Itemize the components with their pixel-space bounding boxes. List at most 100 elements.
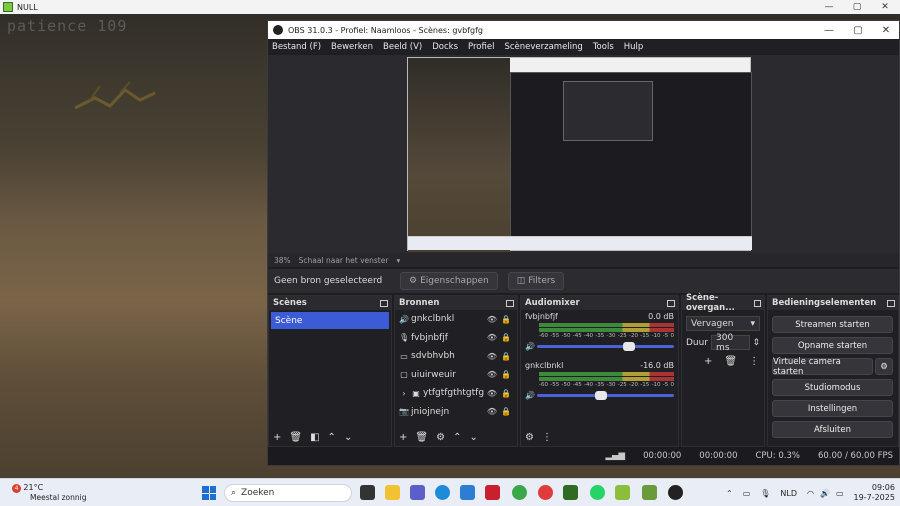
transition-select[interactable]: Vervagen ▾ bbox=[686, 316, 760, 331]
minimize-button[interactable]: — bbox=[815, 0, 843, 14]
eye-icon[interactable]: 👁 bbox=[485, 333, 499, 342]
volume-icon[interactable]: 🔊 bbox=[820, 489, 830, 498]
source-item[interactable]: 📷 jniojnejn 👁 🔒 bbox=[395, 403, 517, 422]
task-view-icon[interactable] bbox=[360, 485, 375, 500]
menu-help[interactable]: Hulp bbox=[624, 42, 644, 52]
filter-icon[interactable]: ◧ bbox=[310, 432, 319, 443]
filters-button[interactable]: ◫ Filters bbox=[507, 272, 565, 290]
undock-icon[interactable] bbox=[380, 299, 388, 307]
start-virtual-camera-button[interactable]: Virtuele camera starten bbox=[772, 357, 873, 377]
eye-icon[interactable]: 👁 bbox=[485, 407, 499, 416]
obs-taskbar-icon[interactable] bbox=[668, 485, 683, 500]
start-recording-button[interactable]: Opname starten bbox=[772, 337, 893, 354]
properties-button[interactable]: ⚙ Eigenschappen bbox=[400, 272, 498, 290]
file-explorer-icon[interactable] bbox=[385, 485, 400, 500]
eye-icon[interactable]: 👁 bbox=[485, 389, 499, 398]
scene-item[interactable]: Scène bbox=[271, 312, 389, 329]
menu-edit[interactable]: Bewerken bbox=[331, 42, 373, 52]
speaker-icon[interactable]: 🔊 bbox=[525, 342, 537, 351]
language-indicator[interactable]: NLD bbox=[780, 489, 797, 498]
more-menu-icon[interactable]: ⋮ bbox=[749, 356, 759, 367]
arrow-down-icon[interactable]: ⌄ bbox=[469, 432, 477, 443]
trash-icon[interactable]: 🗑 bbox=[415, 432, 428, 443]
add-icon[interactable]: + bbox=[704, 356, 712, 367]
arrow-down-icon[interactable]: ⌄ bbox=[344, 432, 352, 443]
arrow-up-icon[interactable]: ⌃ bbox=[453, 432, 461, 443]
undock-icon[interactable] bbox=[667, 299, 675, 307]
virtual-camera-settings-button[interactable]: ⚙ bbox=[875, 358, 893, 375]
whatsapp-icon[interactable] bbox=[590, 485, 605, 500]
mail-icon[interactable] bbox=[485, 485, 500, 500]
exit-button[interactable]: Afsluiten bbox=[772, 421, 893, 438]
teams-icon[interactable] bbox=[410, 485, 425, 500]
undock-icon[interactable] bbox=[506, 299, 514, 307]
undock-icon[interactable] bbox=[887, 299, 895, 307]
menu-tools[interactable]: Tools bbox=[593, 42, 614, 52]
start-button[interactable] bbox=[202, 486, 216, 500]
trash-icon[interactable]: 🗑 bbox=[289, 432, 302, 443]
search-box[interactable]: ⌕ Zoeken bbox=[224, 484, 352, 502]
source-item[interactable]: ▢ uiuirweuir 👁 🔒 bbox=[395, 366, 517, 385]
zoom-mode-label[interactable]: Schaal naar het venster bbox=[299, 256, 389, 265]
edge-icon[interactable] bbox=[435, 485, 450, 500]
source-group-item[interactable]: › ▣ ytfgtfgthtgtfg 👁 🔒 bbox=[395, 384, 517, 403]
volume-knob[interactable] bbox=[595, 391, 608, 400]
microphone-icon[interactable]: 🎙 bbox=[760, 489, 770, 498]
studio-mode-button[interactable]: Studiomodus bbox=[772, 379, 893, 396]
expand-chevron-icon[interactable]: › bbox=[399, 389, 409, 398]
game-launcher-icon[interactable] bbox=[642, 485, 657, 500]
lock-icon[interactable]: 🔒 bbox=[499, 370, 513, 379]
obs-close-button[interactable]: ✕ bbox=[872, 21, 900, 39]
menu-docks[interactable]: Docks bbox=[432, 42, 458, 52]
source-item[interactable]: ▭ sdvbhvbh 👁 🔒 bbox=[395, 347, 517, 366]
preview-area[interactable] bbox=[268, 55, 899, 253]
chrome-icon[interactable] bbox=[512, 485, 527, 500]
maximize-button[interactable]: ▢ bbox=[843, 0, 871, 14]
wifi-icon[interactable]: ◠ bbox=[807, 489, 814, 498]
volume-slider[interactable]: 🔊 bbox=[525, 391, 674, 400]
lock-icon[interactable]: 🔒 bbox=[499, 407, 513, 416]
eye-icon[interactable]: 👁 bbox=[485, 315, 499, 324]
weather-widget[interactable]: 4 21°C Meestal zonnig bbox=[12, 483, 87, 502]
volume-knob[interactable] bbox=[622, 342, 635, 351]
menu-view[interactable]: Beeld (V) bbox=[383, 42, 422, 52]
add-icon[interactable]: + bbox=[273, 432, 281, 443]
tray-app-icon[interactable]: ▭ bbox=[743, 489, 751, 498]
store-icon[interactable] bbox=[460, 485, 475, 500]
minecraft-icon[interactable] bbox=[563, 485, 578, 500]
close-button[interactable]: ✕ bbox=[871, 0, 899, 14]
obs-maximize-button[interactable]: ▢ bbox=[844, 21, 872, 39]
speaker-icon[interactable]: 🔊 bbox=[525, 391, 537, 400]
zoom-dropdown-icon[interactable]: ▾ bbox=[396, 256, 400, 265]
arrow-up-icon[interactable]: ⌃ bbox=[328, 432, 336, 443]
lock-icon[interactable]: 🔒 bbox=[499, 333, 513, 342]
trash-icon[interactable]: 🗑 bbox=[724, 356, 737, 367]
battery-icon[interactable]: ▭ bbox=[836, 489, 844, 498]
settings-button[interactable]: Instellingen bbox=[772, 400, 893, 417]
start-streaming-button[interactable]: Streamen starten bbox=[772, 316, 893, 333]
obs-minimize-button[interactable]: — bbox=[815, 21, 843, 39]
gear-icon[interactable]: ⚙ bbox=[436, 432, 445, 443]
menu-profile[interactable]: Profiel bbox=[468, 42, 494, 52]
chevron-up-icon[interactable]: ⌃ bbox=[726, 489, 733, 498]
stepper-icon[interactable]: ⇕ bbox=[752, 338, 760, 348]
volume-slider[interactable]: 🔊 bbox=[525, 342, 674, 351]
clock[interactable]: 09:06 19-7-2025 bbox=[854, 483, 895, 503]
more-menu-icon[interactable]: ⋮ bbox=[542, 432, 552, 443]
eye-icon[interactable]: 👁 bbox=[485, 352, 499, 361]
gear-icon[interactable]: ⚙ bbox=[525, 432, 534, 443]
duration-input[interactable]: 300 ms bbox=[711, 333, 751, 353]
stream-time: 00:00:00 bbox=[643, 451, 682, 461]
undock-icon[interactable] bbox=[753, 299, 761, 307]
lock-icon[interactable]: 🔒 bbox=[499, 389, 513, 398]
menu-scene-collection[interactable]: Scèneverzameling bbox=[504, 42, 582, 52]
opera-icon[interactable] bbox=[538, 485, 553, 500]
eye-icon[interactable]: 👁 bbox=[485, 370, 499, 379]
lock-icon[interactable]: 🔒 bbox=[499, 352, 513, 361]
source-item[interactable]: 🔊 gnkclbnkl 👁 🔒 bbox=[395, 310, 517, 329]
menu-file[interactable]: Bestand (F) bbox=[272, 42, 321, 52]
lock-icon[interactable]: 🔒 bbox=[499, 315, 513, 324]
app-icon[interactable] bbox=[615, 485, 630, 500]
add-icon[interactable]: + bbox=[399, 432, 407, 443]
source-item[interactable]: 🎙 fvbjnbfjf 👁 🔒 bbox=[395, 329, 517, 348]
